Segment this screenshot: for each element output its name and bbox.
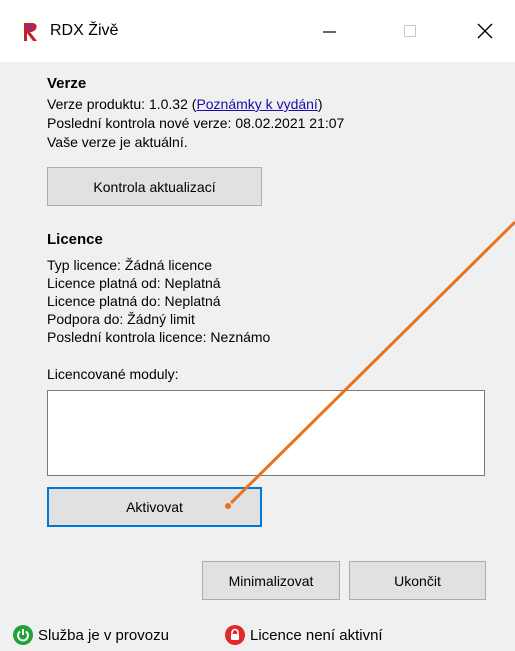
title-bar: RDX Živě xyxy=(0,0,515,62)
exit-button[interactable]: Ukončit xyxy=(349,561,486,600)
license-heading: Licence xyxy=(47,231,103,248)
last-version-check: Poslední kontrola nové verze: 08.02.2021… xyxy=(47,115,345,131)
minimize-app-button[interactable]: Minimalizovat xyxy=(202,561,340,600)
close-icon xyxy=(477,23,493,39)
window-title: RDX Živě xyxy=(50,22,119,39)
rdx-logo-icon xyxy=(24,23,37,41)
license-status-text: Licence není aktivní xyxy=(250,626,383,644)
close-window-button[interactable] xyxy=(456,0,514,62)
minimize-window-button[interactable] xyxy=(300,0,358,62)
product-version-close: ) xyxy=(317,96,323,112)
lock-icon xyxy=(225,625,245,645)
product-version: Verze produktu: 1.0.32 (Poznámky k vydán… xyxy=(47,95,323,113)
license-valid-to: Licence platná do: Neplatná xyxy=(47,293,221,309)
licensed-modules-label: Licencované moduly: xyxy=(47,366,179,382)
product-version-label: Verze produktu: 1.0.32 ( xyxy=(47,96,197,112)
maximize-icon xyxy=(404,25,416,37)
service-status-text: Služba je v provozu xyxy=(38,626,169,644)
licensed-modules-list[interactable] xyxy=(47,390,485,476)
license-status: Licence není aktivní xyxy=(225,624,383,646)
version-status: Vaše verze je aktuální. xyxy=(47,134,188,150)
check-updates-button[interactable]: Kontrola aktualizací xyxy=(47,167,262,206)
support-to: Podpora do: Žádný limit xyxy=(47,311,195,327)
power-icon xyxy=(13,625,33,645)
release-notes-link[interactable]: Poznámky k vydání xyxy=(196,96,317,112)
minimize-icon xyxy=(323,31,336,33)
maximize-window-button xyxy=(381,0,439,62)
license-valid-from: Licence platná od: Neplatná xyxy=(47,275,221,291)
license-type: Typ licence: Žádná licence xyxy=(47,257,212,273)
activate-button[interactable]: Aktivovat xyxy=(47,487,262,527)
service-status: Služba je v provozu xyxy=(13,624,169,646)
license-last-check: Poslední kontrola licence: Neznámo xyxy=(47,329,271,345)
version-heading: Verze xyxy=(47,75,87,92)
